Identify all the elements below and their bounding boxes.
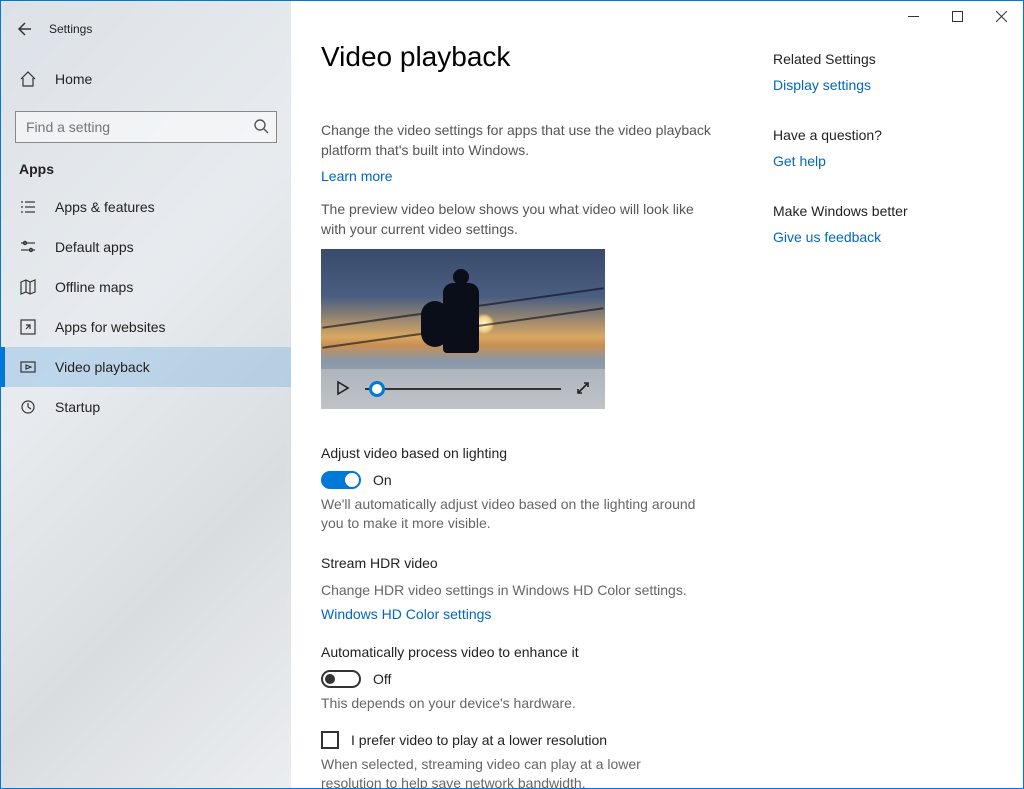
related-heading: Related Settings	[773, 51, 1003, 67]
search-icon	[253, 118, 269, 137]
search-input[interactable]	[15, 111, 277, 143]
nav-label: Apps & features	[55, 199, 155, 215]
window-controls	[891, 1, 1023, 31]
enhance-toggle[interactable]	[321, 670, 361, 688]
video-seek-thumb[interactable]	[369, 381, 385, 397]
play-icon[interactable]	[335, 380, 351, 399]
enhance-desc: This depends on your device's hardware.	[321, 694, 701, 713]
nav-startup[interactable]: Startup	[1, 387, 291, 427]
home-label: Home	[55, 71, 92, 87]
home-icon	[19, 70, 37, 88]
map-icon	[19, 278, 37, 296]
lowres-label: I prefer video to play at a lower resolu…	[351, 732, 607, 748]
lowres-desc: When selected, streaming video can play …	[321, 755, 701, 788]
nav-apps-features[interactable]: Apps & features	[1, 187, 291, 227]
startup-icon	[19, 398, 37, 416]
get-help-link[interactable]: Get help	[773, 153, 1003, 169]
main-area[interactable]: Video playback Change the video settings…	[291, 1, 1023, 788]
nav-label: Apps for websites	[55, 319, 166, 335]
lighting-desc: We'll automatically adjust video based o…	[321, 495, 701, 533]
display-settings-link[interactable]: Display settings	[773, 77, 1003, 93]
lowres-checkbox[interactable]	[321, 731, 339, 749]
nav-apps-websites[interactable]: Apps for websites	[1, 307, 291, 347]
category-label: Apps	[19, 161, 291, 177]
settings-window: Settings Home Apps Apps & features Defau…	[0, 0, 1024, 789]
nav-offline-maps[interactable]: Offline maps	[1, 267, 291, 307]
nav-video-playback[interactable]: Video playback	[1, 347, 291, 387]
minimize-button[interactable]	[891, 1, 935, 31]
nav-default-apps[interactable]: Default apps	[1, 227, 291, 267]
sidebar: Settings Home Apps Apps & features Defau…	[1, 1, 291, 788]
enhance-title: Automatically process video to enhance i…	[321, 644, 773, 660]
video-icon	[19, 358, 37, 376]
video-controls	[321, 369, 605, 409]
list-icon	[19, 198, 37, 216]
defaults-icon	[19, 238, 37, 256]
side-pane: Related Settings Display settings Have a…	[773, 1, 1023, 788]
hdr-link[interactable]: Windows HD Color settings	[321, 606, 491, 622]
preview-text: The preview video below shows you what v…	[321, 200, 721, 239]
video-seek-track[interactable]	[365, 388, 561, 390]
maximize-button[interactable]	[935, 1, 979, 31]
open-icon	[19, 318, 37, 336]
back-button[interactable]	[1, 13, 45, 45]
intro-text: Change the video settings for apps that …	[321, 121, 721, 160]
lighting-title: Adjust video based on lighting	[321, 445, 773, 461]
search-wrap	[15, 111, 277, 143]
feedback-link[interactable]: Give us feedback	[773, 229, 1003, 245]
page-title: Video playback	[321, 41, 773, 73]
hdr-desc: Change HDR video settings in Windows HD …	[321, 581, 701, 600]
enhance-state: Off	[373, 671, 391, 687]
lighting-state: On	[373, 472, 392, 488]
nav-label: Video playback	[55, 359, 150, 375]
lighting-toggle[interactable]	[321, 471, 361, 489]
learn-more-link[interactable]: Learn more	[321, 168, 393, 184]
home-nav[interactable]: Home	[1, 59, 291, 99]
hdr-title: Stream HDR video	[321, 555, 773, 571]
nav-list: Apps & features Default apps Offline map…	[1, 187, 291, 427]
app-title: Settings	[49, 22, 92, 36]
nav-label: Default apps	[55, 239, 134, 255]
question-heading: Have a question?	[773, 127, 1003, 143]
feedback-heading: Make Windows better	[773, 203, 1003, 219]
close-button[interactable]	[979, 1, 1023, 31]
fullscreen-icon[interactable]	[575, 380, 591, 399]
video-preview[interactable]	[321, 249, 605, 409]
content: Video playback Change the video settings…	[291, 1, 773, 788]
nav-label: Offline maps	[55, 279, 133, 295]
titlebar: Settings	[1, 13, 291, 45]
nav-label: Startup	[55, 399, 100, 415]
